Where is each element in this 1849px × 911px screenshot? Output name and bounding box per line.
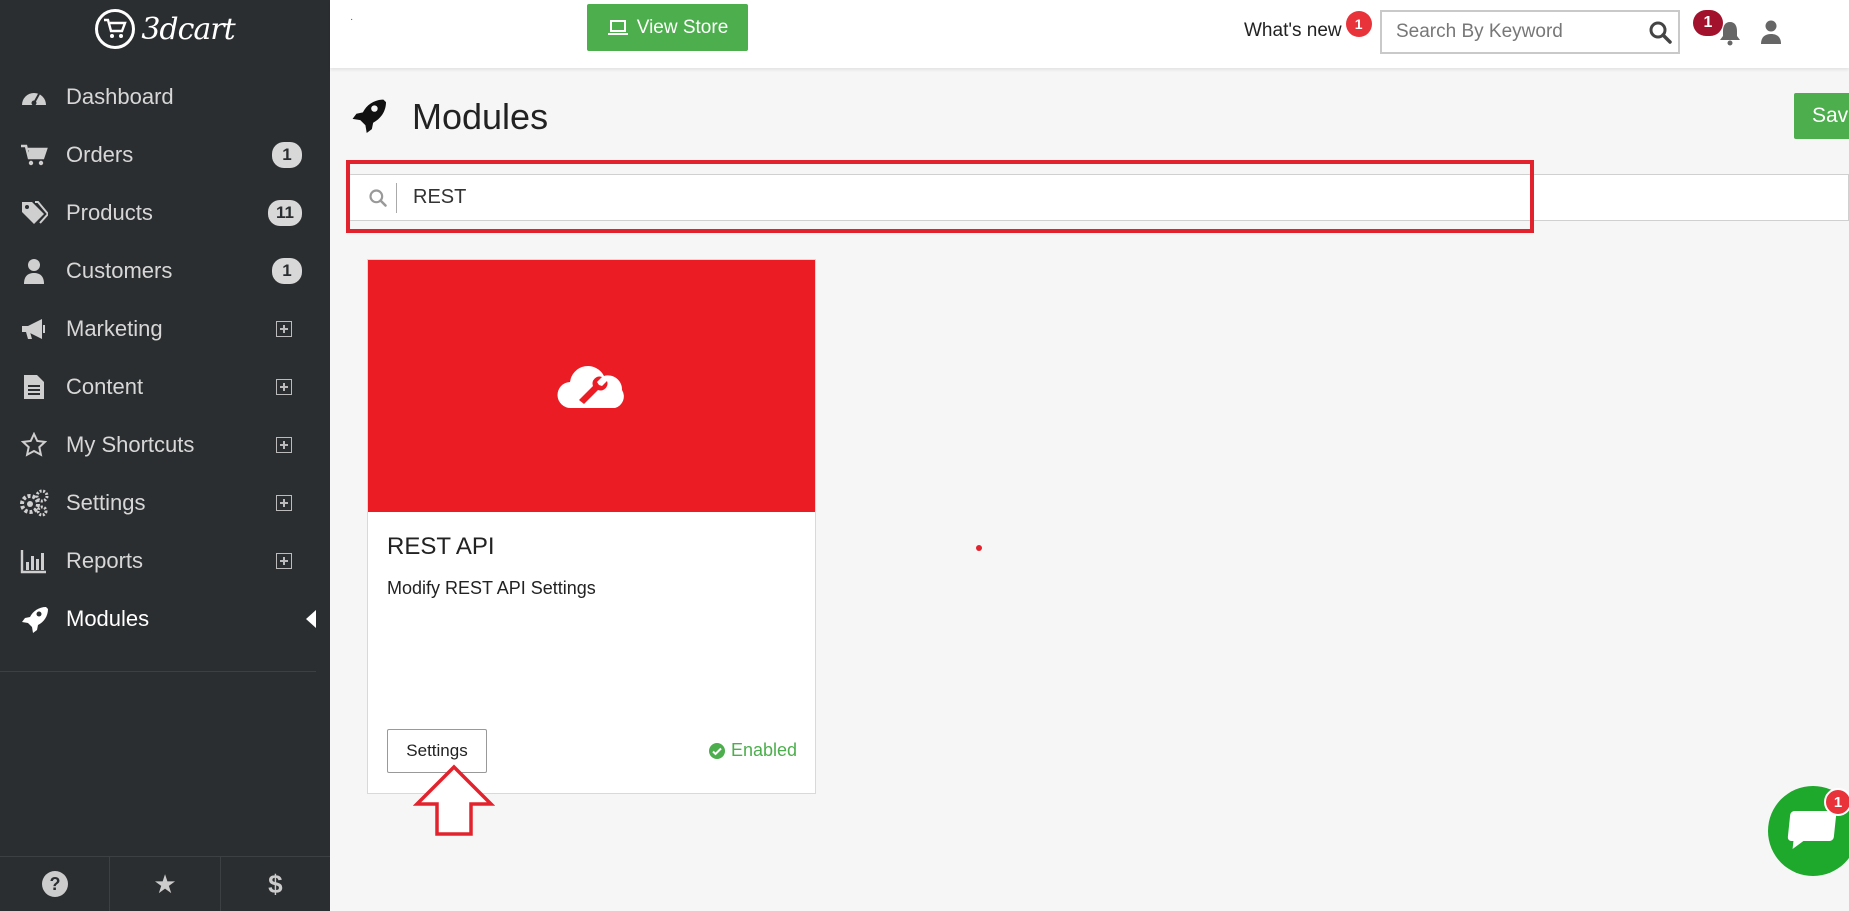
sidebar-nav: Dashboard Orders 1 Products 11 Customers… — [0, 68, 330, 648]
whats-new-link[interactable]: What's new 1 — [1244, 11, 1372, 42]
keyword-search — [1380, 10, 1680, 54]
sidebar-item-marketing[interactable]: Marketing — [0, 300, 330, 358]
sidebar: 3dcart Dashboard Orders 1 Products 11 Cu… — [0, 0, 330, 911]
sidebar-item-label: Customers — [66, 258, 173, 283]
sidebar-item-label: Products — [66, 200, 153, 225]
sidebar-item-label: Marketing — [66, 316, 163, 341]
sidebar-footer: ? ★ $ — [0, 856, 330, 911]
sidebar-item-label: Dashboard — [66, 84, 174, 109]
sidebar-item-orders[interactable]: Orders 1 — [0, 126, 330, 184]
sidebar-item-content[interactable]: Content — [0, 358, 330, 416]
cart-logo-icon — [95, 9, 136, 49]
whats-new-badge: 1 — [1345, 11, 1372, 37]
logo: 3dcart — [95, 9, 236, 49]
active-caret-icon — [306, 610, 316, 628]
help-glyph: ? — [49, 874, 60, 894]
user-icon — [18, 255, 50, 287]
gears-icon — [18, 487, 50, 519]
sidebar-divider — [0, 671, 316, 672]
megaphone-icon — [18, 313, 50, 345]
module-card: REST API Modify REST API Settings Settin… — [367, 259, 816, 794]
page-title: Modules — [412, 96, 549, 137]
bell-icon[interactable] — [1718, 20, 1742, 51]
expand-icon[interactable] — [276, 437, 292, 453]
customers-count-badge: 1 — [272, 258, 302, 284]
search-icon — [359, 182, 397, 213]
brand[interactable]: 3dcart — [0, 0, 330, 58]
sidebar-item-customers[interactable]: Customers 1 — [0, 242, 330, 300]
module-search-input[interactable] — [397, 186, 1848, 209]
keyword-search-input[interactable] — [1382, 21, 1641, 43]
tags-icon — [18, 197, 50, 229]
laptop-icon — [607, 19, 628, 35]
whats-new-label: What's new — [1244, 20, 1342, 41]
logo-text: 3dcart — [141, 11, 235, 47]
topbar-dot: · — [350, 14, 354, 25]
star-icon[interactable]: ★ — [110, 857, 221, 911]
cloud-wrench-icon — [556, 358, 627, 415]
view-store-button[interactable]: View Store — [587, 4, 748, 51]
annotation-arrow-icon — [412, 764, 496, 841]
sidebar-item-modules[interactable]: Modules — [0, 590, 330, 648]
sidebar-item-label: Orders — [66, 142, 134, 167]
sidebar-item-my-shortcuts[interactable]: My Shortcuts — [0, 416, 330, 474]
page-header: Modules — [350, 96, 548, 138]
sidebar-item-label: Settings — [66, 490, 146, 515]
annotation-dot — [976, 545, 982, 551]
module-card-banner — [368, 260, 815, 512]
module-status-label: Enabled — [730, 740, 797, 760]
dashboard-icon — [18, 81, 50, 113]
sidebar-item-label: Content — [66, 374, 144, 399]
help-icon[interactable]: ? — [0, 857, 111, 911]
search-icon[interactable] — [1641, 20, 1678, 44]
expand-icon[interactable] — [276, 495, 292, 511]
sidebar-item-dashboard[interactable]: Dashboard — [0, 68, 330, 126]
sidebar-item-products[interactable]: Products 11 — [0, 184, 330, 242]
sidebar-item-reports[interactable]: Reports — [0, 532, 330, 590]
module-description: Modify REST API Settings — [387, 578, 596, 598]
module-search — [348, 174, 1849, 221]
sidebar-item-label: Modules — [66, 606, 150, 631]
sidebar-item-label: Reports — [66, 548, 144, 573]
expand-icon[interactable] — [276, 379, 292, 395]
user-icon[interactable] — [1760, 20, 1782, 49]
star-icon — [18, 429, 50, 461]
expand-icon[interactable] — [276, 321, 292, 337]
rocket-icon — [350, 97, 386, 138]
expand-icon[interactable] — [276, 553, 292, 569]
chat-badge: 1 — [1824, 788, 1849, 816]
bar-chart-icon — [18, 545, 50, 577]
view-store-label: View Store — [636, 16, 729, 38]
products-count-badge: 11 — [268, 200, 302, 226]
rocket-icon — [18, 603, 50, 635]
module-title: REST API — [387, 533, 495, 560]
sidebar-item-label: My Shortcuts — [66, 432, 195, 457]
topbar: · View Store What's new 1 1 — [330, 0, 1849, 68]
orders-count-badge: 1 — [272, 142, 302, 168]
save-button[interactable]: Save — [1794, 93, 1849, 139]
cart-icon — [18, 139, 50, 171]
sidebar-item-settings[interactable]: Settings — [0, 474, 330, 532]
dollar-icon[interactable]: $ — [221, 857, 330, 911]
module-status: Enabled — [708, 740, 797, 761]
check-circle-icon — [708, 742, 725, 759]
document-icon — [18, 371, 50, 403]
